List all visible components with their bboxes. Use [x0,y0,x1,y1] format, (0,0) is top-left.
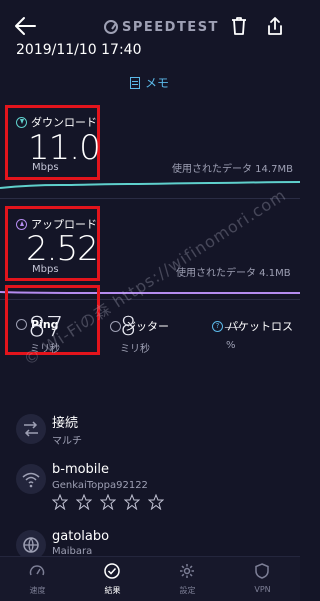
tab-settings[interactable]: 設定 [150,561,225,601]
check-circle-icon [104,563,120,579]
wifi-icon [16,464,46,494]
tab-results[interactable]: 結果 [75,561,150,601]
tab-label: 結果 [104,586,121,595]
download-value: 11.0 [28,128,101,168]
memo-button[interactable]: メモ [130,74,169,91]
top-bar: SPEEDTEST [0,0,300,44]
gear-icon [180,564,194,578]
connection-icon [16,414,46,444]
ping-icon [16,319,27,330]
jitter-unit: ミリ秒 [120,344,150,355]
tab-speed[interactable]: 速度 [0,561,75,601]
download-graph [0,181,300,189]
logo-text: SPEEDTEST [122,19,219,35]
jitter-value: 8 [120,312,137,342]
provider-sub: GenkaiToppa92122 [52,480,148,491]
download-arrow-icon [16,116,27,128]
star-icon[interactable] [76,494,92,510]
test-datetime: 2019/11/10 17:40 [16,42,142,58]
star-icon[interactable] [100,494,116,510]
upload-value: 2.52 [26,229,99,269]
star-icon[interactable] [148,494,164,510]
question-icon[interactable]: ? [212,320,223,332]
upload-arrow-icon [16,218,27,230]
share-icon[interactable] [266,16,284,36]
speedtest-logo: SPEEDTEST [104,18,219,36]
provider-title: b-mobile [52,462,110,477]
server-title: gatolabo [52,529,110,544]
download-unit: Mbps [32,162,59,173]
jitter-label: ジッター [110,318,169,334]
upload-data-used: 使用されたデータ 4.1MB [176,268,291,279]
trash-icon[interactable] [230,16,248,36]
tab-label: 速度 [29,586,46,595]
back-arrow-icon[interactable] [14,16,36,36]
memo-label: メモ [145,76,170,90]
connection-sub: マルチ [52,436,82,447]
speedtest-logo-icon [104,20,118,34]
star-icon[interactable] [52,494,68,510]
tab-label: 設定 [179,586,196,595]
star-icon[interactable] [124,494,140,510]
connection-title: 接続 [52,416,79,431]
download-data-used: 使用されたデータ 14.7MB [172,164,293,175]
rating-stars[interactable] [52,494,164,510]
shield-icon [255,563,269,579]
packet-loss-value: — [224,316,242,337]
tab-label: VPN [254,585,271,594]
packet-loss-unit: % [226,340,236,351]
tab-vpn[interactable]: VPN [225,561,300,601]
bottom-tab-bar: 速度 結果 設定 VPN [0,556,300,601]
memo-icon [130,76,140,89]
speedometer-icon [29,565,45,576]
upload-unit: Mbps [32,264,59,275]
